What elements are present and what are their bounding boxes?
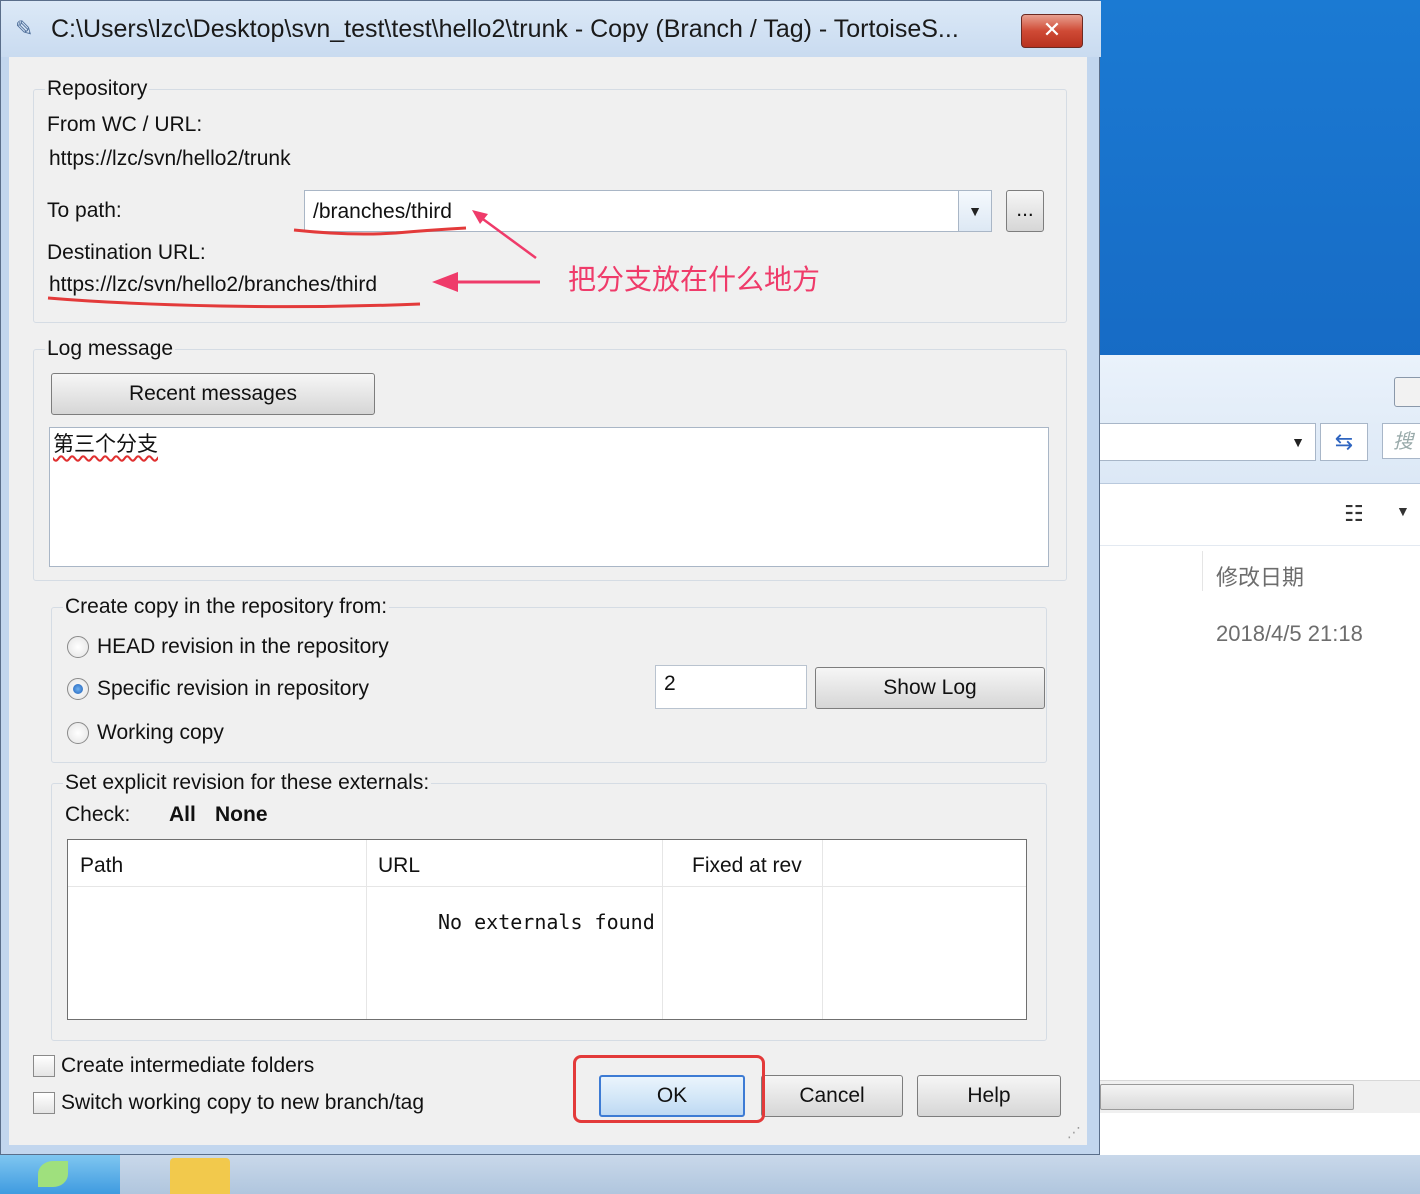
arrow-to-path-line — [475, 212, 537, 260]
to-path-underline — [293, 226, 467, 236]
ok-button-highlight — [573, 1055, 765, 1123]
annotation-text: 把分支放在什么地方 — [568, 263, 821, 296]
annotation-overlay — [47, 210, 540, 309]
destination-url-underline — [47, 296, 421, 309]
arrow-dest-url-head — [432, 272, 458, 292]
